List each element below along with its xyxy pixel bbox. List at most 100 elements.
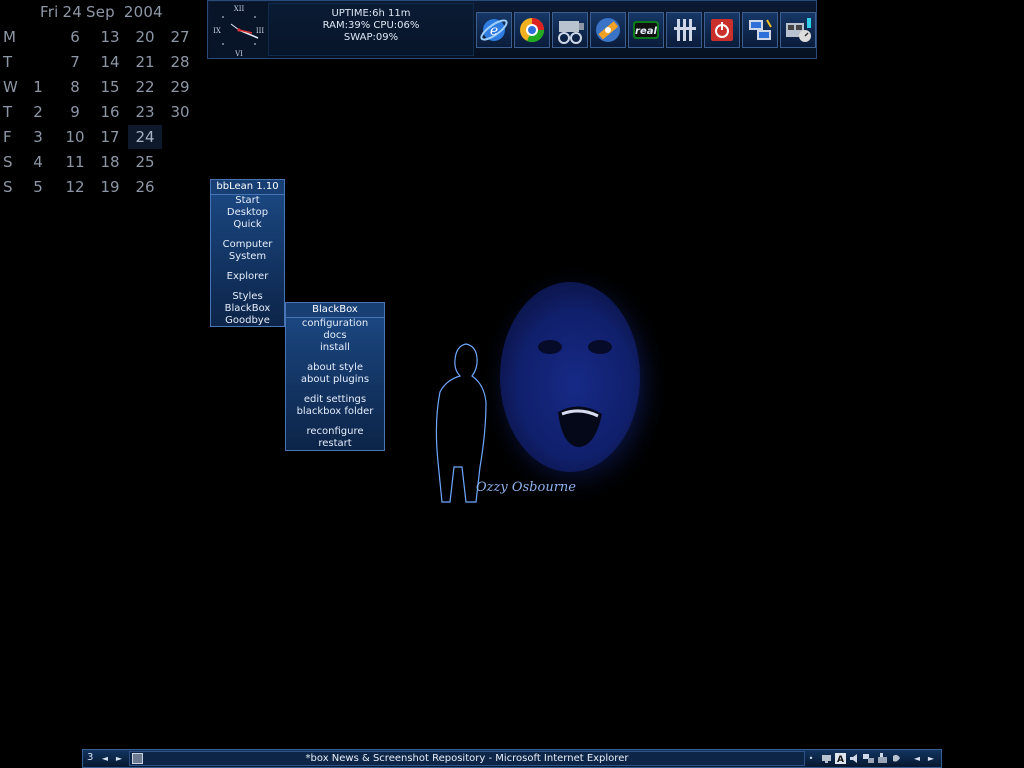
menu-item-computer[interactable]: Computer bbox=[211, 239, 284, 251]
calendar-date-cell[interactable] bbox=[163, 175, 197, 199]
font-tray-icon[interactable]: A bbox=[835, 753, 846, 764]
blackbox-item-edit-settings[interactable]: edit settings bbox=[286, 394, 384, 406]
blackbox-item-reconfigure[interactable]: reconfigure bbox=[286, 426, 384, 438]
clock-numeral-9: IX bbox=[213, 27, 221, 35]
calendar-date-cell[interactable]: 17 bbox=[93, 125, 127, 149]
menu-separator bbox=[286, 354, 384, 362]
ie-window-icon bbox=[132, 753, 143, 764]
calendar-date-cell[interactable]: 15 bbox=[93, 75, 127, 99]
calendar-day: 24 bbox=[62, 3, 82, 21]
blackbox-item-about-plugins[interactable]: about plugins bbox=[286, 374, 384, 386]
clock-numeral-6: VI bbox=[234, 50, 243, 58]
calendar-date-cell[interactable]: 16 bbox=[93, 100, 127, 124]
realplayer-icon[interactable]: real bbox=[628, 12, 664, 48]
menu-separator bbox=[286, 418, 384, 426]
calendar-date-cell[interactable]: 19 bbox=[93, 175, 127, 199]
blackbox-item-docs[interactable]: docs bbox=[286, 330, 384, 342]
media-player-icon[interactable] bbox=[590, 12, 626, 48]
calendar-date-cell[interactable] bbox=[163, 125, 197, 149]
top-toolbar: XII III VI IX UPTIME:6h 11m RAM:39% CPU:… bbox=[207, 0, 817, 59]
menu-item-start[interactable]: Start bbox=[211, 195, 284, 207]
internet-explorer-icon[interactable]: e bbox=[476, 12, 512, 48]
calendar-date-cell[interactable]: 20 bbox=[128, 25, 162, 49]
calendar-date-cell[interactable]: 2 bbox=[21, 100, 55, 124]
menu-item-desktop[interactable]: Desktop bbox=[211, 207, 284, 219]
menu-item-explorer[interactable]: Explorer bbox=[211, 271, 284, 283]
calendar-date-cell[interactable]: 28 bbox=[163, 50, 197, 74]
volume-tray-icon[interactable] bbox=[849, 753, 860, 764]
root-menu: bbLean 1.10 Start Desktop Quick Computer Sys… bbox=[210, 179, 285, 327]
calendar-date-cell[interactable] bbox=[21, 25, 55, 49]
menu-separator bbox=[211, 231, 284, 239]
blackbox-item-configuration[interactable]: configuration bbox=[286, 318, 384, 330]
calendar-date-cell[interactable]: 12 bbox=[58, 175, 92, 199]
calendar-date-cell[interactable]: 1 bbox=[21, 75, 55, 99]
calendar-week-row: W 1 8 15 22 29 bbox=[0, 75, 200, 100]
calendar-day-label: F bbox=[3, 128, 12, 146]
ram-cpu-readout: RAM:39% CPU:06% bbox=[322, 20, 420, 31]
shutdown-icon[interactable] bbox=[704, 12, 740, 48]
calendar-date-cell[interactable]: 7 bbox=[58, 50, 92, 74]
film-reel-icon[interactable] bbox=[552, 12, 588, 48]
calendar-date-cell[interactable]: 3 bbox=[21, 125, 55, 149]
menu-item-goodbye[interactable]: Goodbye bbox=[211, 315, 284, 327]
workspace-number[interactable]: 3 bbox=[87, 752, 93, 763]
calendar-date-cell[interactable]: 6 bbox=[58, 25, 92, 49]
blackbox-item-about-style[interactable]: about style bbox=[286, 362, 384, 374]
task-button-ie[interactable]: *box News & Screenshot Repository - Micr… bbox=[129, 751, 805, 766]
blackbox-item-blackbox-folder[interactable]: blackbox folder bbox=[286, 406, 384, 418]
speaker-tray-icon[interactable] bbox=[891, 753, 902, 764]
calendar-date-cell[interactable]: 18 bbox=[93, 150, 127, 174]
calendar-date-cell[interactable]: 27 bbox=[163, 25, 197, 49]
calendar-date-cell[interactable]: 8 bbox=[58, 75, 92, 99]
menu-item-styles[interactable]: Styles bbox=[211, 291, 284, 303]
calendar-date-cell[interactable]: 5 bbox=[21, 175, 55, 199]
svg-text:A: A bbox=[837, 755, 844, 764]
browser-ring-icon[interactable] bbox=[514, 12, 550, 48]
calendar-date-cell[interactable]: 26 bbox=[128, 175, 162, 199]
network-computer-icon[interactable] bbox=[742, 12, 778, 48]
system-tools-icon[interactable] bbox=[780, 12, 816, 48]
calendar-day-label: W bbox=[3, 78, 18, 96]
calendar-date-cell[interactable]: 25 bbox=[128, 150, 162, 174]
blackbox-item-restart[interactable]: restart bbox=[286, 438, 384, 450]
analog-clock: XII III VI IX bbox=[210, 2, 268, 58]
blackbox-item-install[interactable]: install bbox=[286, 342, 384, 354]
calendar-date-cell[interactable]: 30 bbox=[163, 100, 197, 124]
calendar-date-cell[interactable] bbox=[163, 150, 197, 174]
tray-next-button[interactable]: ► bbox=[925, 752, 937, 765]
launcher-tray: e real bbox=[474, 3, 816, 56]
calendar-week-row: T 2 9 16 23 30 bbox=[0, 100, 200, 125]
desktop-wallpaper: Ozzy Osbourne bbox=[410, 262, 672, 512]
usb-tray-icon[interactable] bbox=[877, 753, 888, 764]
menu-item-system[interactable]: System bbox=[211, 251, 284, 263]
calendar-date-cell[interactable]: 10 bbox=[58, 125, 92, 149]
calendar-today-cell[interactable]: 24 bbox=[128, 125, 162, 149]
workspace-prev-button[interactable]: ◄ bbox=[99, 752, 111, 765]
display-tray-icon[interactable] bbox=[821, 753, 832, 764]
calendar-week-row: S 5 12 19 26 bbox=[0, 175, 200, 200]
menu-item-blackbox[interactable]: BlackBox bbox=[211, 303, 284, 315]
calendar-date-cell[interactable]: 13 bbox=[93, 25, 127, 49]
calendar-date-cell[interactable]: 23 bbox=[128, 100, 162, 124]
menu-separator bbox=[211, 263, 284, 271]
swap-readout: SWAP:09% bbox=[343, 32, 399, 43]
calendar-date-cell[interactable] bbox=[21, 50, 55, 74]
tuning-bars-icon[interactable] bbox=[666, 12, 702, 48]
calendar-date-cell[interactable]: 4 bbox=[21, 150, 55, 174]
calendar-week-row: T 7 14 21 28 bbox=[0, 50, 200, 75]
calendar-header: Fri 24 Sep 2004 bbox=[40, 3, 167, 21]
taskbar: 3 ◄ ► *box News & Screenshot Repository … bbox=[82, 749, 942, 768]
calendar-date-cell[interactable]: 9 bbox=[58, 100, 92, 124]
workspace-next-button[interactable]: ► bbox=[113, 752, 125, 765]
menu-item-quick[interactable]: Quick bbox=[211, 219, 284, 231]
calendar-date-cell[interactable]: 29 bbox=[163, 75, 197, 99]
calendar-date-cell[interactable]: 14 bbox=[93, 50, 127, 74]
network-tray-icon[interactable] bbox=[863, 753, 874, 764]
calendar-date-cell[interactable]: 21 bbox=[128, 50, 162, 74]
calendar-week-row: M 6 13 20 27 bbox=[0, 25, 200, 50]
tray-prev-button[interactable]: ◄ bbox=[911, 752, 923, 765]
calendar-date-cell[interactable]: 11 bbox=[58, 150, 92, 174]
calendar-date-cell[interactable]: 22 bbox=[128, 75, 162, 99]
calendar-week-row: F 3 10 17 24 bbox=[0, 125, 200, 150]
